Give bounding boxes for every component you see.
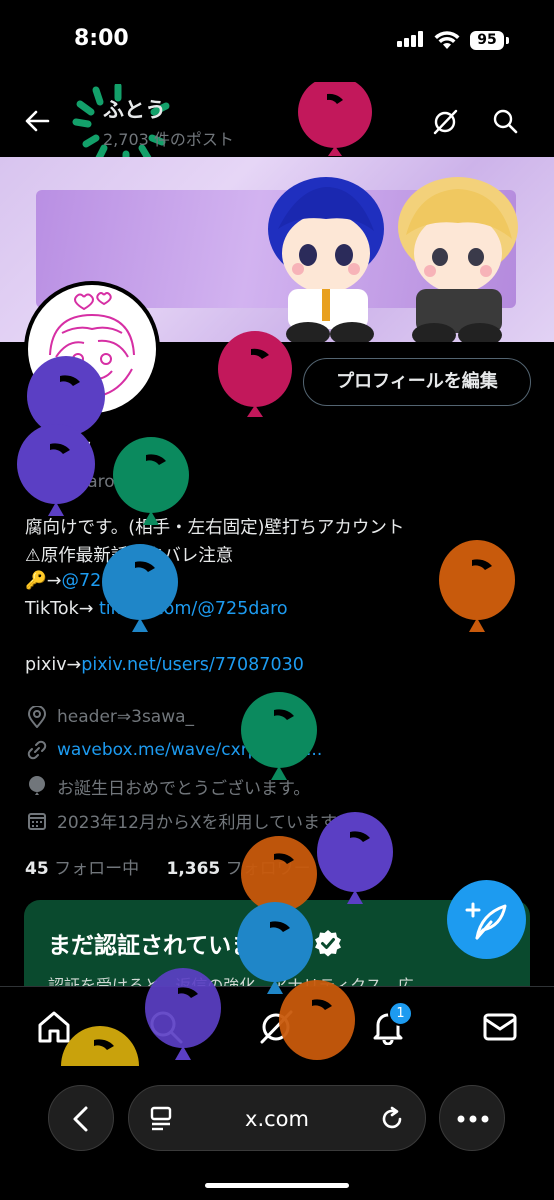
bio-line-pixiv: pixiv→pixiv.net/users/77087030 xyxy=(25,655,304,675)
key-emoji: 🔑→ xyxy=(25,571,62,591)
balloon-yellow xyxy=(61,1026,139,1066)
compose-feather-icon xyxy=(465,902,507,940)
cellular-signal-icon xyxy=(397,31,425,47)
calendar-icon xyxy=(28,812,46,830)
header-title: ふとう xyxy=(103,98,166,122)
post-count: 2,703 件のポスト xyxy=(103,130,234,149)
tiktok-label: TikTok→ xyxy=(25,599,99,619)
joined-text: 2023年12月からXを利用しています xyxy=(57,813,338,833)
browser-toolbar: x.com xyxy=(0,1066,554,1200)
balloon-purple-3 xyxy=(317,812,393,904)
notification-badge: 1 xyxy=(388,1001,413,1026)
following-label: フォロー中 xyxy=(54,859,140,879)
balloon-magenta-top xyxy=(298,82,372,156)
battery-indicator: 95 xyxy=(470,31,504,50)
address-bar[interactable]: x.com xyxy=(128,1085,426,1151)
verified-badge-icon xyxy=(314,930,341,957)
battery-tip xyxy=(506,37,509,44)
pixiv-link[interactable]: pixiv.net/users/77087030 xyxy=(81,655,304,675)
messages-envelope-icon[interactable] xyxy=(482,1009,518,1045)
reload-icon[interactable] xyxy=(379,1106,405,1132)
balloon-green-1 xyxy=(113,437,189,525)
banner-illustration xyxy=(268,177,518,342)
balloon-purple-2 xyxy=(17,424,95,516)
home-indicator xyxy=(205,1183,349,1188)
following-stat[interactable]: 45 フォロー中 xyxy=(25,859,139,879)
followers-count: 1,365 xyxy=(166,859,221,879)
search-icon[interactable] xyxy=(492,108,518,134)
more-options-button[interactable] xyxy=(439,1085,505,1151)
location-row: header⇒3sawa_ xyxy=(27,706,194,728)
compose-post-button[interactable] xyxy=(447,880,526,959)
back-arrow-icon[interactable] xyxy=(24,108,50,134)
edit-profile-button[interactable]: プロフィールを編集 xyxy=(303,358,531,406)
balloon-green-2 xyxy=(241,692,317,780)
balloon-orange-3 xyxy=(279,980,355,1060)
balloon-blue-1 xyxy=(102,544,178,632)
grok-icon[interactable] xyxy=(432,109,458,135)
following-count: 45 xyxy=(25,859,49,879)
balloon-purple-4 xyxy=(145,968,221,1060)
more-dots-icon xyxy=(457,1115,489,1123)
location-pin-icon xyxy=(27,706,47,728)
location-text: header⇒3sawa_ xyxy=(57,707,195,727)
pixiv-label: pixiv→ xyxy=(25,655,82,675)
browser-back-button[interactable] xyxy=(48,1085,114,1151)
balloon-icon xyxy=(29,775,45,795)
link-icon xyxy=(27,740,47,760)
chevron-left-icon xyxy=(73,1106,88,1132)
wifi-icon xyxy=(434,31,460,49)
balloon-orange-1 xyxy=(439,540,515,632)
status-time: 8:00 xyxy=(74,26,129,51)
balloon-magenta-mid xyxy=(218,331,292,417)
